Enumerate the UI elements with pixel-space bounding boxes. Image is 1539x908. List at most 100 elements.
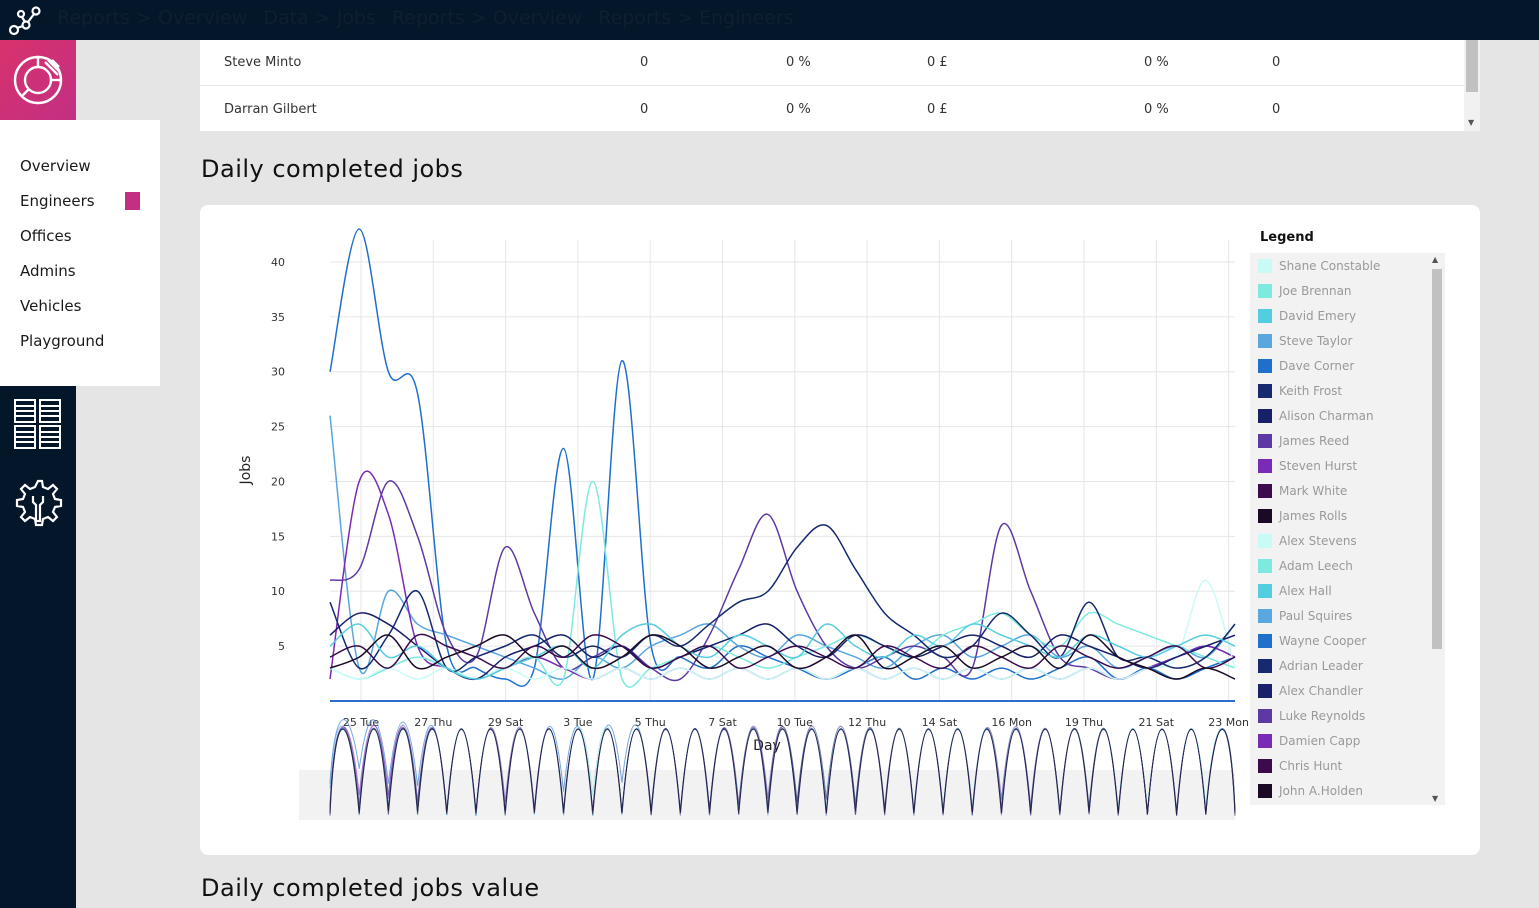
legend-item[interactable]: Paul Squires — [1258, 606, 1352, 626]
scroll-down-icon[interactable]: ▼ — [1432, 794, 1438, 803]
value-cell: 0 £ — [927, 102, 948, 117]
breadcrumb: Reports > Overview Data > Jobs Reports >… — [57, 7, 794, 29]
y-tick-label: 10 — [271, 585, 285, 598]
breadcrumb-link[interactable]: Reports > Engineers — [598, 7, 793, 29]
y-tick-label: 15 — [271, 530, 285, 543]
legend-item[interactable]: Luke Reynolds — [1258, 706, 1365, 726]
legend-label: James Rolls — [1279, 509, 1348, 523]
donut-chart-icon — [13, 55, 63, 105]
submenu-item-playground[interactable]: Playground — [0, 331, 160, 366]
legend-label: Mark White — [1279, 484, 1348, 498]
breadcrumb-link[interactable]: Reports > Overview — [392, 7, 582, 29]
legend-swatch — [1258, 509, 1272, 523]
legend-swatch — [1258, 534, 1272, 548]
percent-cell: 0 % — [1144, 102, 1169, 117]
submenu-item-label: Offices — [20, 227, 72, 245]
legend-swatch — [1258, 734, 1272, 748]
y-tick-label: 5 — [278, 640, 285, 653]
legend-label: Steve Taylor — [1279, 334, 1353, 348]
scroll-up-icon[interactable]: ▲ — [1432, 255, 1438, 264]
count-cell: 0 — [1272, 102, 1281, 117]
y-tick-label: 35 — [271, 311, 285, 324]
legend-item[interactable]: Alex Chandler — [1258, 681, 1363, 701]
submenu-item-label: Playground — [20, 332, 105, 350]
submenu-item-engineers[interactable]: Engineers — [0, 191, 160, 226]
legend-item[interactable]: Alison Charman — [1258, 406, 1374, 426]
legend-swatch — [1258, 409, 1272, 423]
legend-item[interactable]: Alex Hall — [1258, 581, 1332, 601]
legend-item[interactable]: Joe Brennan — [1258, 281, 1352, 301]
submenu-item-overview[interactable]: Overview — [0, 156, 160, 191]
y-axis-label: Jobs — [238, 456, 254, 486]
legend-item[interactable]: Chris Hunt — [1258, 756, 1342, 776]
percent-cell: 0 % — [786, 55, 811, 70]
breadcrumb-link[interactable]: Data > Jobs — [263, 7, 376, 29]
engineer-name: Steve Minto — [224, 55, 302, 70]
legend-swatch — [1258, 259, 1272, 273]
legend-item[interactable]: John A.Holden — [1258, 781, 1363, 801]
value-cell: 0 £ — [927, 55, 948, 70]
y-tick-label: 20 — [271, 475, 285, 488]
legend-label: Alison Charman — [1279, 409, 1374, 423]
data-grid-icon[interactable] — [13, 398, 63, 450]
network-logo-icon[interactable] — [8, 5, 42, 37]
legend-swatch — [1258, 384, 1272, 398]
legend-item[interactable]: David Emery — [1258, 306, 1356, 326]
legend-label: Joe Brennan — [1279, 284, 1352, 298]
submenu-item-label: Vehicles — [20, 297, 82, 315]
percent-cell: 0 % — [1144, 55, 1169, 70]
submenu-item-offices[interactable]: Offices — [0, 226, 160, 261]
scroll-down-icon[interactable]: ▼ — [1468, 118, 1474, 127]
section-title: Daily completed jobs value — [201, 874, 540, 902]
legend-label: Steven Hurst — [1279, 459, 1358, 473]
legend-label: Dave Corner — [1279, 359, 1355, 373]
breadcrumb-link[interactable]: Reports > Overview — [57, 7, 247, 29]
legend-item[interactable]: Adam Leech — [1258, 556, 1353, 576]
legend-item[interactable]: Damien Capp — [1258, 731, 1360, 751]
legend-swatch — [1258, 659, 1272, 673]
table-row[interactable]: Darran Gilbert 0 0 % 0 £ 0 % 0 — [200, 87, 1464, 133]
x-tick-label: 5 Thu — [635, 716, 666, 729]
scrollbar-thumb[interactable] — [1432, 269, 1442, 649]
table-row[interactable]: Steve Minto 0 0 % 0 £ 0 % 0 — [200, 40, 1464, 86]
x-tick-label: 19 Thu — [1065, 716, 1103, 729]
legend-item[interactable]: Keith Frost — [1258, 381, 1342, 401]
legend-item[interactable]: Adrian Leader — [1258, 656, 1363, 676]
x-tick-label: 25 Tue — [343, 716, 380, 729]
legend-item[interactable]: Mark White — [1258, 481, 1347, 501]
jobs-cell: 0 — [640, 102, 649, 117]
settings-wrench-icon[interactable] — [13, 478, 63, 530]
legend-swatch — [1258, 609, 1272, 623]
legend-item[interactable]: James Rolls — [1258, 506, 1347, 526]
legend-label: Shane Constable — [1279, 259, 1381, 273]
x-tick-label: 12 Thu — [848, 716, 886, 729]
submenu-item-label: Admins — [20, 262, 76, 280]
scrollbar-thumb[interactable] — [1466, 40, 1478, 92]
legend-item[interactable]: Steve Taylor — [1258, 331, 1352, 351]
legend-item[interactable]: Steven Hurst — [1258, 456, 1357, 476]
legend-item[interactable]: Alex Stevens — [1258, 531, 1357, 551]
table-scrollbar[interactable]: ▼ — [1464, 40, 1480, 131]
submenu-item-vehicles[interactable]: Vehicles — [0, 296, 160, 331]
jobs-cell: 0 — [640, 55, 649, 70]
submenu-item-admins[interactable]: Admins — [0, 261, 160, 296]
legend-label: James Reed — [1279, 434, 1350, 448]
legend-item[interactable]: James Reed — [1258, 431, 1349, 451]
legend-swatch — [1258, 459, 1272, 473]
percent-cell: 0 % — [786, 102, 811, 117]
legend-label: Adrian Leader — [1279, 659, 1363, 673]
legend-label: Alex Chandler — [1279, 684, 1363, 698]
legend-swatch — [1258, 559, 1272, 573]
active-indicator — [125, 192, 140, 210]
legend-scrollbar[interactable]: ▲ ▼ — [1431, 253, 1443, 805]
legend-item[interactable]: Shane Constable — [1258, 256, 1380, 276]
legend-label: John A.Holden — [1279, 784, 1364, 798]
legend-item[interactable]: Dave Corner — [1258, 356, 1354, 376]
legend-swatch — [1258, 334, 1272, 348]
legend-item[interactable]: Wayne Cooper — [1258, 631, 1366, 651]
legend-label: Chris Hunt — [1279, 759, 1343, 773]
x-tick-label: 23 Mon — [1208, 716, 1249, 729]
reports-nav-button[interactable] — [0, 40, 76, 120]
count-cell: 0 — [1272, 55, 1281, 70]
daily-jobs-chart[interactable]: 51015202530354025 Tue 27 Thu 29 Sat 3 Tue 5 … — [200, 205, 1250, 855]
